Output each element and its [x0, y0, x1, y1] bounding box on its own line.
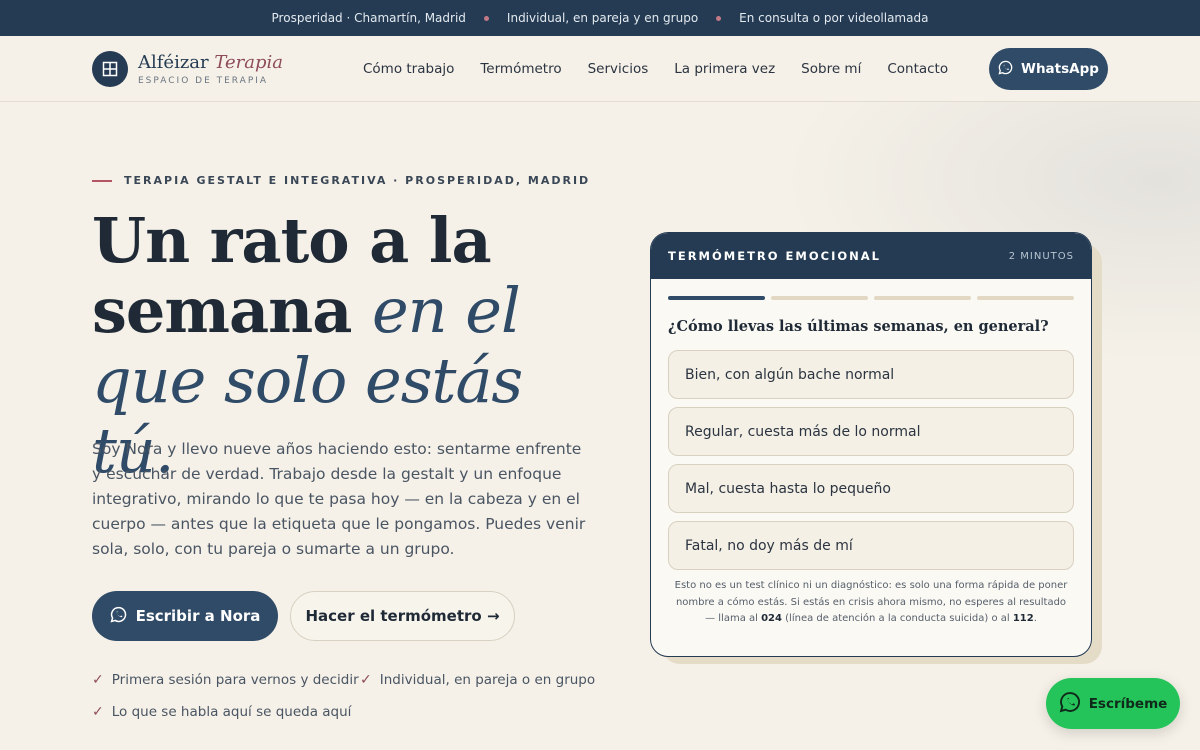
floating-whatsapp-button[interactable]: Escríbeme	[1046, 678, 1180, 729]
disclaimer-text: .	[1033, 613, 1037, 624]
benefit-text: Lo que se habla aquí se queda aquí	[111, 704, 352, 720]
take-thermometer-button[interactable]: Hacer el termómetro →	[290, 591, 515, 641]
whatsapp-label: WhatsApp	[1021, 61, 1099, 77]
nav-como-trabajo[interactable]: Cómo trabajo	[363, 61, 454, 77]
progress-step-3	[874, 296, 971, 300]
progress-step-4	[977, 296, 1074, 300]
nav-termometro[interactable]: Termómetro	[480, 61, 561, 77]
option-fatal[interactable]: Fatal, no doy más de mí	[668, 521, 1074, 570]
benefit-item: ✓ Primera sesión para vernos y decidir	[92, 672, 359, 688]
dot-separator	[716, 15, 722, 21]
brand-tagline: ESPACIO DE TERAPIA	[138, 75, 269, 86]
hero-intro: Soy Nora y llevo nueve años haciendo est…	[92, 440, 586, 558]
dot-separator	[483, 15, 489, 21]
floating-whatsapp-label: Escríbeme	[1088, 695, 1168, 712]
brand-name: Alféizar	[138, 51, 209, 73]
whatsapp-icon	[998, 60, 1013, 79]
thermometer-options: Bien, con algún bache normal Regular, cu…	[651, 350, 1091, 570]
check-icon: ✓	[92, 704, 104, 720]
thermometer-progress	[651, 296, 1091, 300]
progress-step-2	[771, 296, 868, 300]
main-nav: Cómo trabajo Termómetro Servicios La pri…	[363, 61, 948, 77]
window-logo-icon[interactable]	[92, 50, 128, 87]
nav-sobre-mi[interactable]: Sobre mí	[801, 61, 861, 77]
progress-step-1	[668, 296, 765, 300]
brand-name-italic: Terapia	[214, 51, 283, 73]
whatsapp-icon	[110, 606, 127, 627]
thermometer-title: TERMÓMETRO EMOCIONAL	[668, 249, 881, 263]
option-bien[interactable]: Bien, con algún bache normal	[668, 350, 1074, 399]
topbar-format: En consulta o por videollamada	[739, 11, 929, 25]
option-regular[interactable]: Regular, cuesta más de lo normal	[668, 407, 1074, 456]
nav-primera-vez[interactable]: La primera vez	[674, 61, 775, 77]
headline-line-1: Un rato a la	[92, 204, 492, 277]
thermometer-card: TERMÓMETRO EMOCIONAL 2 MINUTOS ¿Cómo lle…	[650, 232, 1092, 657]
cta-secondary-label: Hacer el termómetro →	[305, 607, 500, 625]
benefit-item: ✓ Individual, en pareja o en grupo	[360, 672, 595, 688]
site-header: Alféizar Terapia ESPACIO DE TERAPIA Cómo…	[0, 36, 1200, 102]
eyebrow-rule	[92, 179, 112, 182]
benefit-item: ✓ Lo que se habla aquí se queda aquí	[92, 704, 351, 720]
topbar-location: Prosperidad · Chamartín, Madrid	[271, 11, 466, 25]
write-to-nora-button[interactable]: Escribir a Nora	[92, 591, 278, 641]
thermometer-header: TERMÓMETRO EMOCIONAL 2 MINUTOS	[651, 233, 1091, 279]
whatsapp-icon	[1059, 691, 1081, 717]
hero-eyebrow: TERAPIA GESTALT E INTEGRATIVA · PROSPERI…	[92, 174, 590, 187]
check-icon: ✓	[92, 672, 104, 688]
emergency-phone-112: 112	[1012, 613, 1034, 624]
top-info-bar: Prosperidad · Chamartín, Madrid Individu…	[0, 0, 1200, 36]
option-mal[interactable]: Mal, cuesta hasta lo pequeño	[668, 464, 1074, 513]
check-icon: ✓	[360, 672, 372, 688]
thermometer-duration: 2 MINUTOS	[1008, 250, 1074, 262]
nav-servicios[interactable]: Servicios	[588, 61, 649, 77]
whatsapp-button[interactable]: WhatsApp	[989, 48, 1108, 90]
thermometer-question: ¿Cómo llevas las últimas semanas, en gen…	[668, 318, 1049, 335]
benefit-text: Primera sesión para vernos y decidir	[111, 672, 359, 688]
headline-line-2-italic: en el	[371, 274, 521, 347]
nav-contacto[interactable]: Contacto	[887, 61, 948, 77]
thermometer-disclaimer: Esto no es un test clínico ni un diagnós…	[651, 578, 1091, 628]
benefit-text: Individual, en pareja o en grupo	[379, 672, 596, 688]
cta-primary-label: Escribir a Nora	[135, 607, 261, 625]
disclaimer-text: (línea de atención a la conducta suicida…	[781, 613, 1013, 624]
headline-line-2: semana	[92, 274, 372, 347]
eyebrow-text: TERAPIA GESTALT E INTEGRATIVA · PROSPERI…	[124, 174, 591, 187]
brand-logo[interactable]: Alféizar Terapia ESPACIO DE TERAPIA	[138, 52, 283, 86]
crisis-phone-024: 024	[761, 613, 782, 624]
topbar-modalities: Individual, en pareja y en grupo	[506, 11, 699, 25]
